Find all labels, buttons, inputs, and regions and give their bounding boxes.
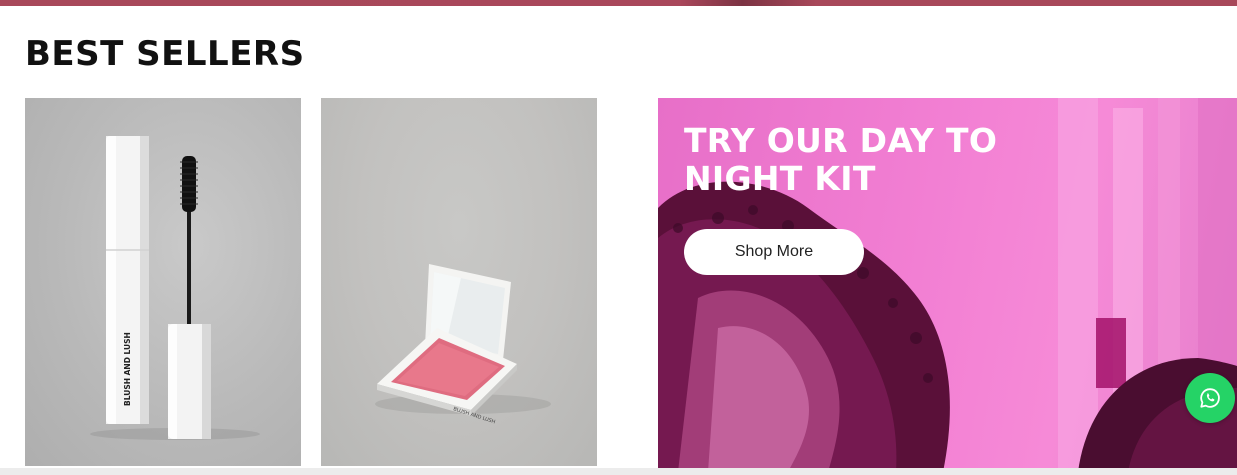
section-title: BEST SELLERS [25, 34, 305, 74]
top-accent-strip [0, 0, 1237, 6]
promo-heading: TRY OUR DAY TO NIGHT KIT [684, 121, 998, 198]
product-card-mascara[interactable]: BLUSH AND LUSH [25, 98, 301, 466]
horizontal-scrollbar[interactable] [0, 468, 1237, 475]
whatsapp-icon [1200, 388, 1220, 408]
mascara-brand-text: BLUSH AND LUSH [123, 332, 132, 406]
shop-more-button[interactable]: Shop More [684, 229, 864, 275]
product-card-blush[interactable]: BLUSH AND LUSH [321, 98, 597, 466]
promo-banner: TRY OUR DAY TO NIGHT KIT Shop More [658, 98, 1237, 472]
mascara-product-image: BLUSH AND LUSH [90, 136, 260, 440]
whatsapp-chat-button[interactable] [1185, 373, 1235, 423]
blush-compact-product-image: BLUSH AND LUSH [375, 264, 551, 426]
